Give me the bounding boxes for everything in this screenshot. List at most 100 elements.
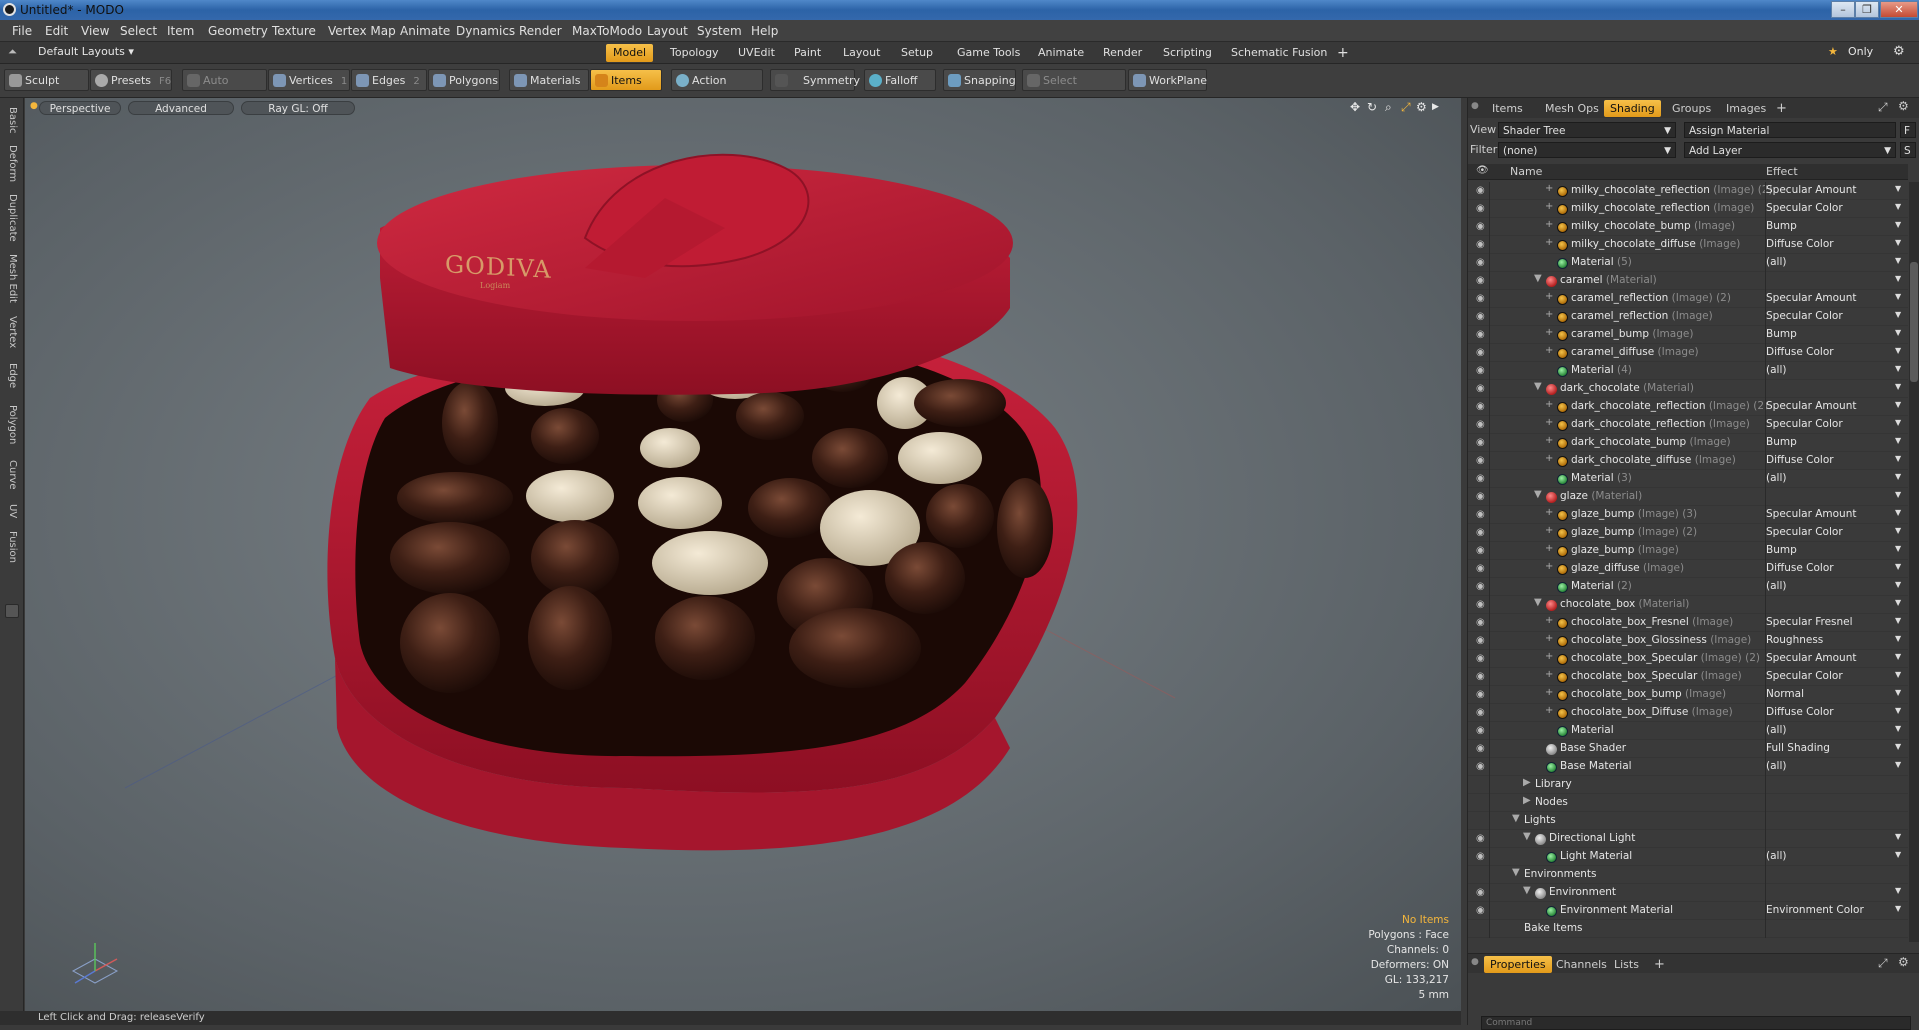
layer-effect[interactable]: (all)	[1766, 724, 1786, 736]
tab-paint[interactable]: Paint	[787, 44, 828, 62]
assign-material-button[interactable]: Assign Material	[1684, 122, 1896, 138]
effect-dropdown-icon[interactable]: ▼	[1895, 184, 1901, 193]
layer-effect[interactable]: Normal	[1766, 688, 1804, 700]
tab-schematic-fusion[interactable]: Schematic Fusion	[1224, 44, 1334, 62]
shader-tree-row[interactable]: ▶ Nodes	[1468, 794, 1908, 812]
expand-toggle-icon[interactable]: +	[1545, 237, 1553, 248]
expand-toggle-icon[interactable]: +	[1545, 615, 1553, 626]
visibility-eye-icon[interactable]: ◉	[1476, 725, 1489, 736]
effect-dropdown-icon[interactable]: ▼	[1895, 292, 1901, 301]
viewport-settings-icon[interactable]: ⚙	[1416, 100, 1427, 114]
effect-dropdown-icon[interactable]: ▼	[1895, 760, 1901, 769]
properties-expand-icon[interactable]: ⤢	[1878, 956, 1888, 971]
menu-dynamics[interactable]: Dynamics	[456, 20, 515, 42]
expand-toggle-icon[interactable]: ▼	[1534, 597, 1542, 608]
visibility-eye-icon[interactable]: ◉	[1476, 311, 1489, 322]
polygons-button[interactable]: Polygons	[428, 69, 500, 91]
layer-effect[interactable]: Bump	[1766, 544, 1797, 556]
effect-dropdown-icon[interactable]: ▼	[1895, 562, 1901, 571]
expand-toggle-icon[interactable]: +	[1545, 561, 1553, 572]
left-tab-mesh-edit[interactable]: Mesh Edit	[2, 252, 22, 304]
visibility-eye-icon[interactable]: ◉	[1476, 293, 1489, 304]
name-column-header[interactable]: Name	[1510, 165, 1542, 178]
visibility-eye-icon[interactable]: ◉	[1476, 239, 1489, 250]
visibility-eye-icon[interactable]: ◉	[1476, 689, 1489, 700]
expand-toggle-icon[interactable]: +	[1545, 183, 1553, 194]
expand-toggle-icon[interactable]: ▼	[1534, 489, 1542, 500]
effect-dropdown-icon[interactable]: ▼	[1895, 454, 1901, 463]
shader-tree-row[interactable]: ◉ + glaze_bump (Image) (3) Specular Amount ▼	[1468, 506, 1908, 524]
visibility-eye-icon[interactable]: ◉	[1476, 257, 1489, 268]
menu-system[interactable]: System	[697, 20, 742, 42]
shader-tree-row[interactable]: ◉ + chocolate_box_Glossiness (Image) Roughn…	[1468, 632, 1908, 650]
layer-effect[interactable]: Specular Amount	[1766, 292, 1857, 304]
layer-effect[interactable]: Specular Amount	[1766, 652, 1857, 664]
effect-dropdown-icon[interactable]: ▼	[1895, 364, 1901, 373]
shader-tree-row[interactable]: ◉ Material (3) (all) ▼	[1468, 470, 1908, 488]
symmetry-button[interactable]: Symmetry	[770, 69, 860, 91]
effect-dropdown-icon[interactable]: ▼	[1895, 742, 1901, 751]
expand-toggle-icon[interactable]: ▼	[1534, 273, 1542, 284]
visibility-eye-icon[interactable]: ◉	[1476, 185, 1489, 196]
visibility-eye-icon[interactable]: ◉	[1476, 545, 1489, 556]
panel-expand-icon[interactable]: ⤢	[1878, 100, 1888, 115]
shader-tree-row[interactable]: ◉ ▼ Environment ▼	[1468, 884, 1908, 902]
left-tab-duplicate[interactable]: Duplicate	[2, 192, 22, 244]
shader-tree-row[interactable]: ◉ ▼ Directional Light ▼	[1468, 830, 1908, 848]
expand-toggle-icon[interactable]: +	[1545, 669, 1553, 680]
scrollbar-thumb[interactable]	[1910, 262, 1918, 382]
shader-tree-row[interactable]: ▼ Environments	[1468, 866, 1908, 884]
layer-effect[interactable]: Specular Amount	[1766, 184, 1857, 196]
left-tabs-toggle[interactable]	[5, 604, 19, 618]
expand-toggle-icon[interactable]: +	[1545, 507, 1553, 518]
left-tab-basic[interactable]: Basic	[2, 104, 22, 136]
effect-dropdown-icon[interactable]: ▼	[1895, 850, 1901, 859]
3d-viewport[interactable]: GODIVA Logiam ● Perspective Advanced Ray…	[25, 98, 1461, 1011]
layer-effect[interactable]: Specular Color	[1766, 670, 1843, 682]
tab-animate[interactable]: Animate	[1031, 44, 1091, 62]
properties-gear-icon[interactable]: ⚙	[1898, 955, 1909, 969]
layer-effect[interactable]: Full Shading	[1766, 742, 1830, 754]
expand-toggle-icon[interactable]: ▼	[1534, 381, 1542, 392]
tab-setup[interactable]: Setup	[894, 44, 940, 62]
effect-dropdown-icon[interactable]: ▼	[1895, 238, 1901, 247]
shader-tree-row[interactable]: ◉ Base Shader Full Shading ▼	[1468, 740, 1908, 758]
menu-item[interactable]: Item	[167, 20, 194, 42]
zoom-view-icon[interactable]: ⌕	[1385, 100, 1392, 115]
layer-effect[interactable]: (all)	[1766, 850, 1786, 862]
layout-arrow-icon[interactable]: ⏶	[8, 45, 17, 59]
shader-tree-row[interactable]: ◉ + milky_chocolate_reflection (Image) Spec…	[1468, 200, 1908, 218]
shader-tree-row[interactable]: ◉ + caramel_reflection (Image) Specular Col…	[1468, 308, 1908, 326]
falloff-button[interactable]: Falloff	[864, 69, 936, 91]
layer-effect[interactable]: Diffuse Color	[1766, 238, 1834, 250]
layer-effect[interactable]: Environment Color	[1766, 904, 1864, 916]
expand-toggle-icon[interactable]: ▼	[1512, 813, 1520, 824]
tab-game-tools[interactable]: Game Tools	[950, 44, 1027, 62]
shader-tree-row[interactable]: ◉ Material (2) (all) ▼	[1468, 578, 1908, 596]
tab-topology[interactable]: Topology	[663, 44, 726, 62]
workplane-button[interactable]: WorkPlane	[1128, 69, 1207, 91]
add-panel-tab-icon[interactable]: +	[1770, 100, 1793, 117]
layer-effect[interactable]: Bump	[1766, 220, 1797, 232]
shader-tree-row[interactable]: ▼ Lights	[1468, 812, 1908, 830]
menu-render[interactable]: Render	[519, 20, 562, 42]
view-dropdown[interactable]: Shader Tree ▼	[1498, 122, 1676, 138]
visibility-eye-icon[interactable]: ◉	[1476, 401, 1489, 412]
snapping-button[interactable]: Snapping	[943, 69, 1016, 91]
tab-mesh-ops[interactable]: Mesh Ops	[1539, 100, 1605, 117]
tab-channels[interactable]: Channels	[1550, 956, 1613, 973]
viewport-expand-icon[interactable]: ▶	[1432, 102, 1439, 112]
minimize-button[interactable]: –	[1831, 1, 1855, 18]
left-tab-deform[interactable]: Deform	[2, 144, 22, 184]
layer-effect[interactable]: Diffuse Color	[1766, 454, 1834, 466]
shader-tree-scrollbar[interactable]	[1909, 182, 1919, 942]
effect-dropdown-icon[interactable]: ▼	[1895, 544, 1901, 553]
fit-view-icon[interactable]: ⤢	[1401, 100, 1411, 115]
tab-properties[interactable]: Properties	[1484, 956, 1552, 973]
left-tab-fusion[interactable]: Fusion	[2, 528, 22, 566]
filter-dropdown[interactable]: (none) ▼	[1498, 142, 1676, 158]
layer-effect[interactable]: (all)	[1766, 472, 1786, 484]
layer-effect[interactable]: Specular Fresnel	[1766, 616, 1853, 628]
layer-effect[interactable]: Specular Amount	[1766, 400, 1857, 412]
shader-tree-row[interactable]: ◉ + dark_chocolate_reflection (Image) Specu…	[1468, 416, 1908, 434]
